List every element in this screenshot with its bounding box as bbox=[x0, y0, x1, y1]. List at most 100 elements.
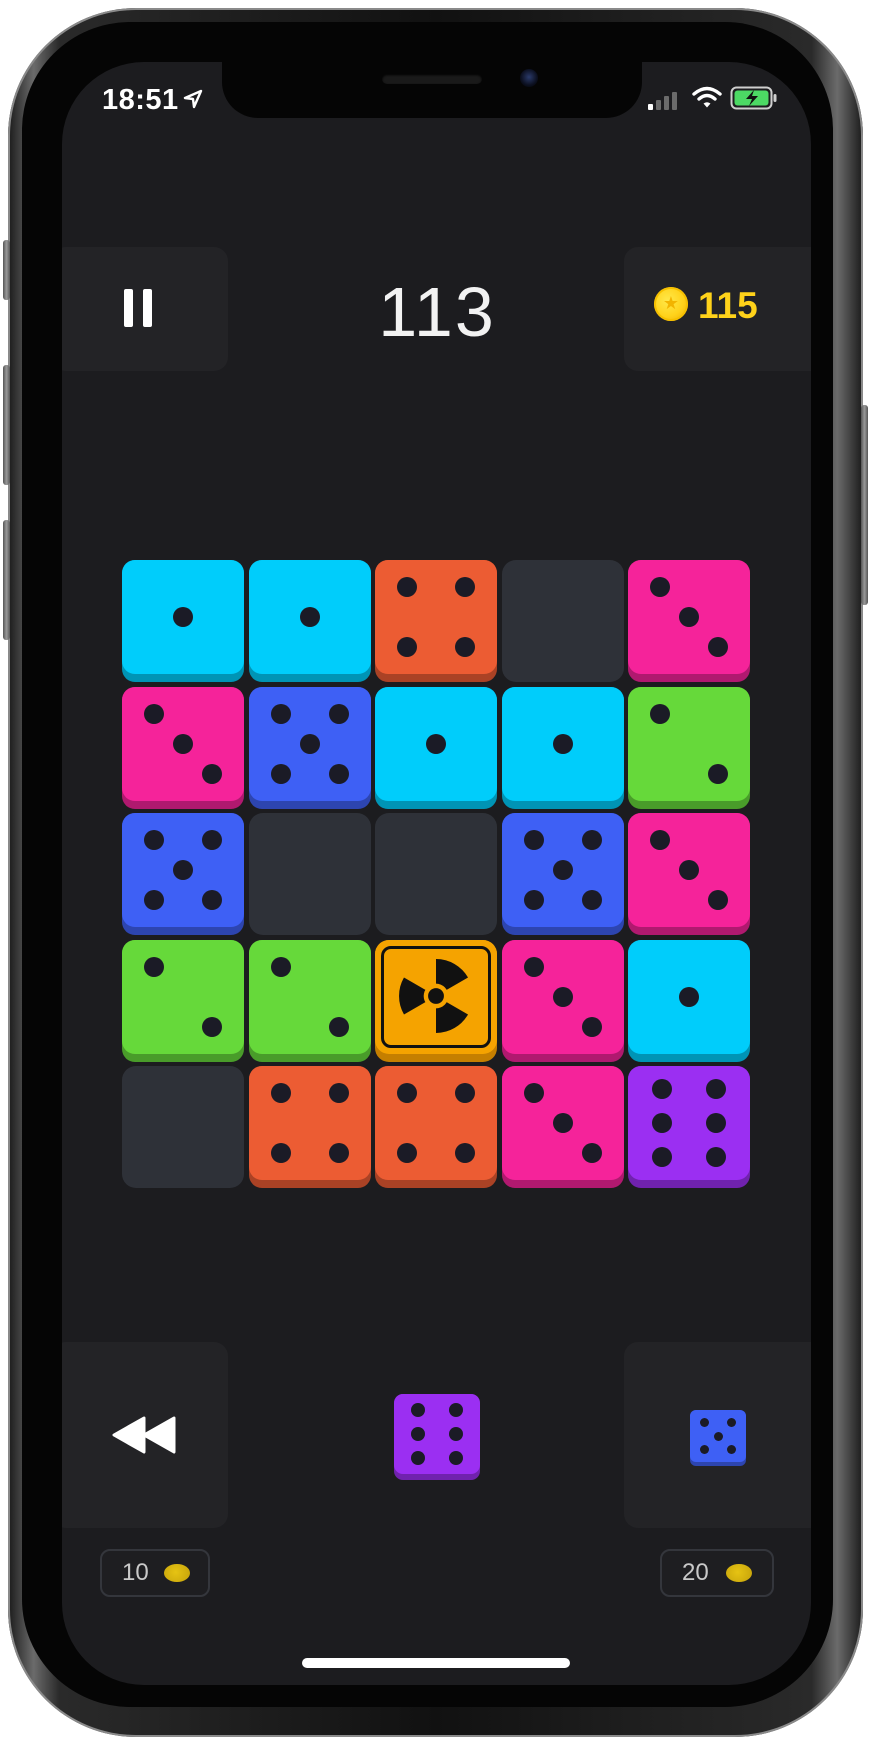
front-camera bbox=[520, 69, 538, 87]
empty-cell[interactable] bbox=[502, 560, 624, 682]
silent-switch bbox=[3, 240, 10, 300]
pip bbox=[708, 637, 728, 657]
pip bbox=[553, 1113, 573, 1133]
pip bbox=[144, 704, 164, 724]
cellular-signal-icon bbox=[648, 92, 677, 110]
pip bbox=[271, 957, 291, 977]
pip bbox=[449, 1451, 463, 1465]
die-cell[interactable] bbox=[122, 813, 244, 935]
swap-price-badge: 20 bbox=[660, 1549, 774, 1597]
die-5 bbox=[502, 813, 624, 935]
die-cell[interactable] bbox=[502, 940, 624, 1062]
pip bbox=[706, 1113, 726, 1133]
pip bbox=[679, 607, 699, 627]
pip bbox=[449, 1403, 463, 1417]
pip bbox=[679, 987, 699, 1007]
pip bbox=[144, 830, 164, 850]
pip bbox=[650, 704, 670, 724]
next-die-6 bbox=[394, 1394, 480, 1480]
die-cell[interactable] bbox=[249, 1066, 371, 1188]
volume-up-button bbox=[3, 365, 10, 485]
die-3 bbox=[628, 560, 750, 682]
earpiece-speaker bbox=[382, 74, 482, 84]
pip bbox=[426, 734, 446, 754]
coin-count: 115 bbox=[698, 285, 758, 326]
undo-price-badge: 10 bbox=[100, 1549, 210, 1597]
next-piece[interactable] bbox=[394, 1394, 480, 1480]
pip bbox=[524, 1083, 544, 1103]
pip bbox=[708, 890, 728, 910]
pip bbox=[300, 607, 320, 627]
die-3 bbox=[502, 940, 624, 1062]
pip bbox=[455, 637, 475, 657]
hazard-tile bbox=[375, 940, 497, 1062]
home-indicator[interactable] bbox=[302, 1658, 570, 1668]
hazard-cell[interactable] bbox=[375, 940, 497, 1062]
game-screen: 18:51 113 115 bbox=[62, 62, 811, 1685]
die-2 bbox=[122, 940, 244, 1062]
pip bbox=[700, 1445, 709, 1454]
die-cell[interactable] bbox=[628, 1066, 750, 1188]
die-cell[interactable] bbox=[502, 813, 624, 935]
coin-icon bbox=[164, 1564, 190, 1582]
pip bbox=[173, 734, 193, 754]
die-cell[interactable] bbox=[122, 560, 244, 682]
pip bbox=[202, 1017, 222, 1037]
die-cell[interactable] bbox=[502, 1066, 624, 1188]
pip bbox=[650, 577, 670, 597]
undo-button[interactable] bbox=[62, 1342, 228, 1528]
pip bbox=[652, 1113, 672, 1133]
pip bbox=[271, 1083, 291, 1103]
die-cell[interactable] bbox=[628, 560, 750, 682]
pip bbox=[329, 1083, 349, 1103]
pip bbox=[397, 637, 417, 657]
die-cell[interactable] bbox=[375, 560, 497, 682]
pip bbox=[411, 1451, 425, 1465]
pip bbox=[706, 1079, 726, 1099]
die-3 bbox=[628, 813, 750, 935]
die-1 bbox=[628, 940, 750, 1062]
pip bbox=[700, 1418, 709, 1427]
die-1 bbox=[502, 687, 624, 809]
pip bbox=[714, 1432, 723, 1441]
pip bbox=[650, 830, 670, 850]
die-cell[interactable] bbox=[628, 940, 750, 1062]
power-button bbox=[861, 405, 868, 605]
die-6 bbox=[628, 1066, 750, 1188]
die-cell[interactable] bbox=[249, 560, 371, 682]
die-cell[interactable] bbox=[375, 687, 497, 809]
pip bbox=[524, 890, 544, 910]
pip bbox=[553, 734, 573, 754]
empty-cell[interactable] bbox=[249, 813, 371, 935]
empty-cell[interactable] bbox=[375, 813, 497, 935]
die-cell[interactable] bbox=[122, 687, 244, 809]
die-2 bbox=[249, 940, 371, 1062]
undo-price: 10 bbox=[122, 1559, 149, 1586]
radiation-icon bbox=[399, 959, 469, 1033]
coin-balance[interactable]: 115 bbox=[624, 247, 811, 371]
empty-cell[interactable] bbox=[122, 1066, 244, 1188]
die-cell[interactable] bbox=[375, 1066, 497, 1188]
die-cell[interactable] bbox=[628, 687, 750, 809]
die-cell[interactable] bbox=[122, 940, 244, 1062]
pip bbox=[411, 1403, 425, 1417]
pip bbox=[708, 764, 728, 784]
pip bbox=[397, 1143, 417, 1163]
die-cell[interactable] bbox=[502, 687, 624, 809]
pause-icon bbox=[124, 289, 152, 327]
volume-down-button bbox=[3, 520, 10, 640]
score-display: 113 bbox=[378, 273, 496, 351]
pip bbox=[397, 577, 417, 597]
die-3 bbox=[122, 687, 244, 809]
pip bbox=[329, 1143, 349, 1163]
swap-piece[interactable] bbox=[690, 1410, 746, 1466]
pip bbox=[455, 1083, 475, 1103]
coin-icon bbox=[726, 1564, 752, 1582]
pause-button[interactable] bbox=[62, 247, 228, 371]
die-cell[interactable] bbox=[249, 687, 371, 809]
die-cell[interactable] bbox=[249, 940, 371, 1062]
die-1 bbox=[249, 560, 371, 682]
die-cell[interactable] bbox=[628, 813, 750, 935]
status-time: 18:51 bbox=[102, 84, 179, 116]
pip bbox=[271, 704, 291, 724]
